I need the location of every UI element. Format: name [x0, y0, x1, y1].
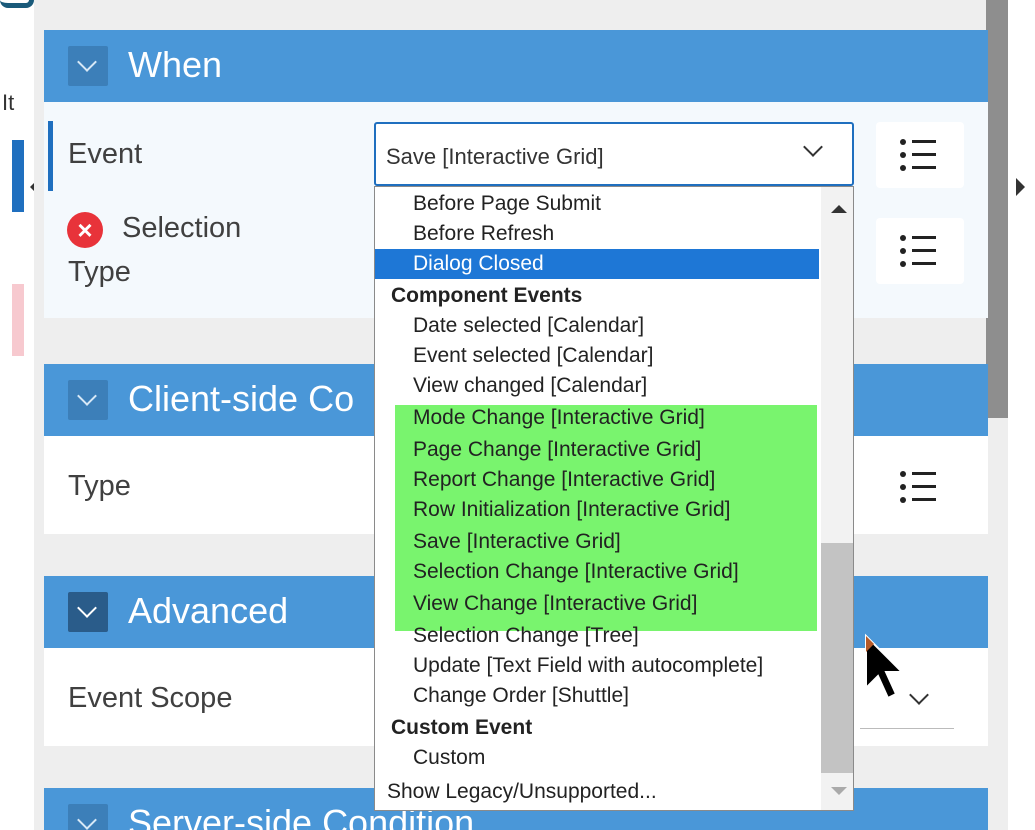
show-legacy-link[interactable]: Show Legacy/Unsupported...	[375, 777, 657, 807]
list-icon-dot	[900, 248, 906, 254]
dropdown-option[interactable]: Page Change [Interactive Grid]	[375, 435, 701, 465]
list-icon-dot	[900, 484, 906, 490]
event-select[interactable]: Save [Interactive Grid]	[374, 122, 854, 186]
section-title-client-side: Client-side Co	[128, 378, 355, 419]
list-icon-line	[912, 472, 936, 475]
dropdown-option[interactable]: Dialog Closed	[375, 249, 819, 279]
client-type-label: Type	[68, 470, 131, 502]
section-header-when[interactable]: When	[44, 30, 988, 102]
event-label: Event	[68, 138, 143, 170]
dropdown-option[interactable]: Custom	[375, 743, 485, 773]
left-pink-marker	[12, 284, 24, 356]
dropdown-option[interactable]: View Change [Interactive Grid]	[375, 589, 697, 619]
list-icon	[900, 235, 906, 241]
list-icon-line	[912, 166, 936, 169]
list-icon-dot	[900, 261, 906, 267]
partial-text: It	[2, 90, 15, 115]
dropdown-option[interactable]: Update [Text Field with autocomplete]	[375, 651, 763, 681]
event-select-value: Save [Interactive Grid]	[386, 144, 604, 169]
dropdown-option[interactable]: Date selected [Calendar]	[375, 311, 644, 341]
client-type-list-button[interactable]	[876, 454, 964, 520]
collapse-server-side-button[interactable]	[68, 804, 108, 830]
list-icon-line	[912, 236, 936, 239]
event-scope-label: Event Scope	[68, 682, 233, 714]
section-title-when: When	[128, 44, 223, 85]
dropdown-option[interactable]: Event selected [Calendar]	[375, 341, 653, 371]
panel-scrollbar-thumb[interactable]	[986, 0, 1008, 418]
list-icon-dot	[900, 497, 906, 503]
scroll-up-arrow-icon[interactable]	[831, 205, 847, 213]
dropdown-option[interactable]: Mode Change [Interactive Grid]	[375, 403, 705, 433]
list-icon	[900, 139, 906, 145]
left-blue-marker	[12, 140, 24, 212]
dropdown-group-header: Component Events	[391, 284, 583, 307]
chevron-down-icon	[77, 52, 97, 72]
list-icon-line	[912, 140, 936, 143]
dropdown-option[interactable]: Selection Change [Interactive Grid]	[375, 557, 739, 587]
list-icon-dot	[900, 152, 906, 158]
event-dropdown-list[interactable]: Before Page Submit Before Refresh Dialog C…	[374, 186, 854, 811]
mouse-cursor-icon	[865, 633, 905, 700]
dropdown-option[interactable]: Before Refresh	[375, 219, 554, 249]
dropdown-option[interactable]: Before Page Submit	[375, 189, 601, 219]
scroll-down-arrow-icon[interactable]	[831, 787, 847, 795]
dropdown-option[interactable]: Save [Interactive Grid]	[375, 527, 621, 557]
selection-type-label: Selection	[122, 212, 242, 244]
list-icon-line	[912, 249, 936, 252]
collapse-advanced-button[interactable]	[68, 592, 108, 632]
chevron-down-icon	[77, 810, 97, 830]
list-icon-line	[912, 498, 936, 501]
section-title-advanced: Advanced	[128, 590, 289, 631]
dropdown-option[interactable]: Row Initialization [Interactive Grid]	[375, 495, 730, 525]
list-icon-dot	[900, 165, 906, 171]
dropdown-option[interactable]: Report Change [Interactive Grid]	[375, 465, 715, 495]
chevron-down-icon	[77, 386, 97, 406]
list-icon-line	[912, 153, 936, 156]
chevron-down-icon	[803, 137, 823, 157]
collapse-client-side-button[interactable]	[68, 380, 108, 420]
dropdown-group-header: Custom Event	[391, 716, 533, 739]
chevron-down-icon	[77, 598, 97, 618]
dropdown-option[interactable]: Selection Change [Tree]	[375, 621, 639, 651]
dropdown-option[interactable]: Change Order [Shuttle]	[375, 681, 629, 711]
selection-type-label-line2: Type	[68, 256, 131, 288]
dropdown-scrollbar-thumb[interactable]	[821, 543, 853, 773]
dropdown-option[interactable]: View changed [Calendar]	[375, 371, 647, 401]
list-icon	[900, 471, 906, 477]
error-icon: ×	[67, 212, 103, 248]
selection-type-list-button[interactable]	[876, 218, 964, 284]
collapse-when-button[interactable]	[68, 46, 108, 86]
corner-decoration	[0, 0, 34, 8]
list-icon-line	[912, 485, 936, 488]
list-icon-line	[912, 262, 936, 265]
event-scope-select-underline	[860, 728, 954, 729]
collapse-right-arrow-icon[interactable]	[1016, 178, 1025, 196]
event-list-button[interactable]	[876, 122, 964, 188]
left-edge-strip: It	[0, 0, 34, 830]
active-row-indicator	[48, 121, 53, 191]
